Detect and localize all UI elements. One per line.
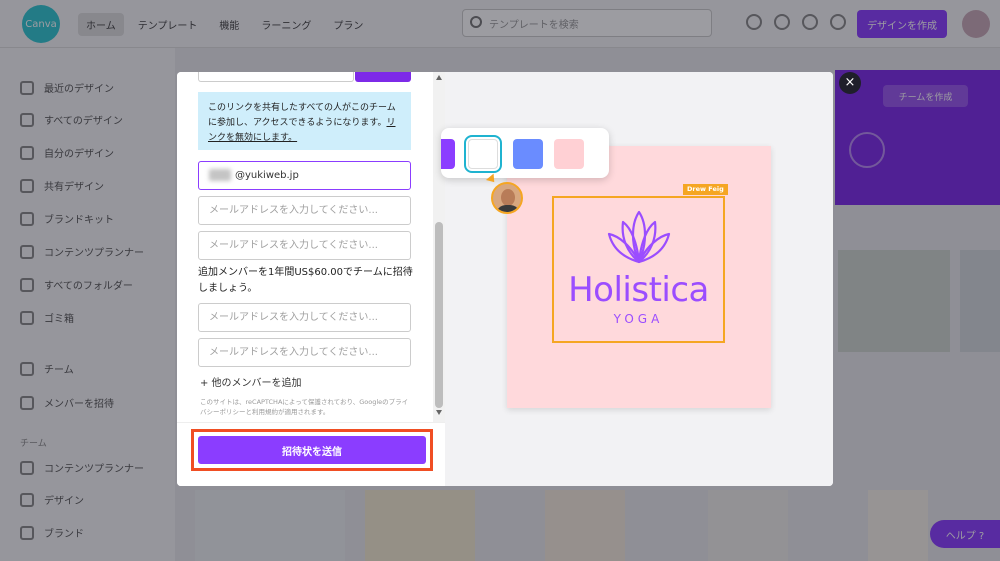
invite-link-field[interactable] xyxy=(198,72,354,82)
scroll-up-icon[interactable] xyxy=(436,75,442,80)
redacted-username xyxy=(209,169,231,181)
add-member-button[interactable]: + 他のメンバーを追加 xyxy=(200,374,302,389)
email-field[interactable] xyxy=(198,196,411,225)
brand-name: Holistica xyxy=(568,270,709,310)
email-field[interactable] xyxy=(198,231,411,260)
collaborator-tag: Drew Feig xyxy=(683,184,728,195)
collaborator-avatar xyxy=(491,182,523,214)
design-preview-panel: Drew Feig Holistica YOGA xyxy=(441,72,833,486)
color-palette xyxy=(441,128,609,178)
color-swatch[interactable] xyxy=(554,139,584,169)
share-link-notice: このリンクを共有したすべての人がこのチームに参加し、アクセスできるようになります… xyxy=(198,92,411,150)
scrollbar-thumb[interactable] xyxy=(435,222,443,408)
copy-link-button[interactable] xyxy=(355,72,411,82)
color-swatch[interactable] xyxy=(441,139,455,169)
additional-member-pricing: 追加メンバーを1年間US$60.00でチームに招待しましょう。 xyxy=(198,267,413,294)
scroll-down-icon[interactable] xyxy=(436,410,442,415)
design-card: Drew Feig Holistica YOGA xyxy=(507,146,771,408)
recaptcha-notice: このサイトは、reCAPTCHAによって保護されており、Googleのプライバシ… xyxy=(200,398,409,416)
invite-form-panel: このリンクを共有したすべての人がこのチームに参加し、アクセスできるようになります… xyxy=(177,72,445,486)
email-field[interactable] xyxy=(198,303,411,332)
lotus-icon xyxy=(607,210,671,264)
invite-modal: このリンクを共有したすべての人がこのチームに参加し、アクセスできるようになります… xyxy=(177,72,833,486)
scrollbar[interactable] xyxy=(433,72,445,422)
send-invite-button[interactable]: 招待状を送信 xyxy=(198,436,426,464)
color-swatch[interactable] xyxy=(513,139,543,169)
modal-footer: 招待状を送信 xyxy=(177,422,445,486)
email-field[interactable] xyxy=(198,338,411,367)
color-swatch-selected[interactable] xyxy=(464,135,502,173)
close-icon[interactable]: × xyxy=(839,72,861,94)
brand-subtitle: YOGA xyxy=(613,312,664,326)
